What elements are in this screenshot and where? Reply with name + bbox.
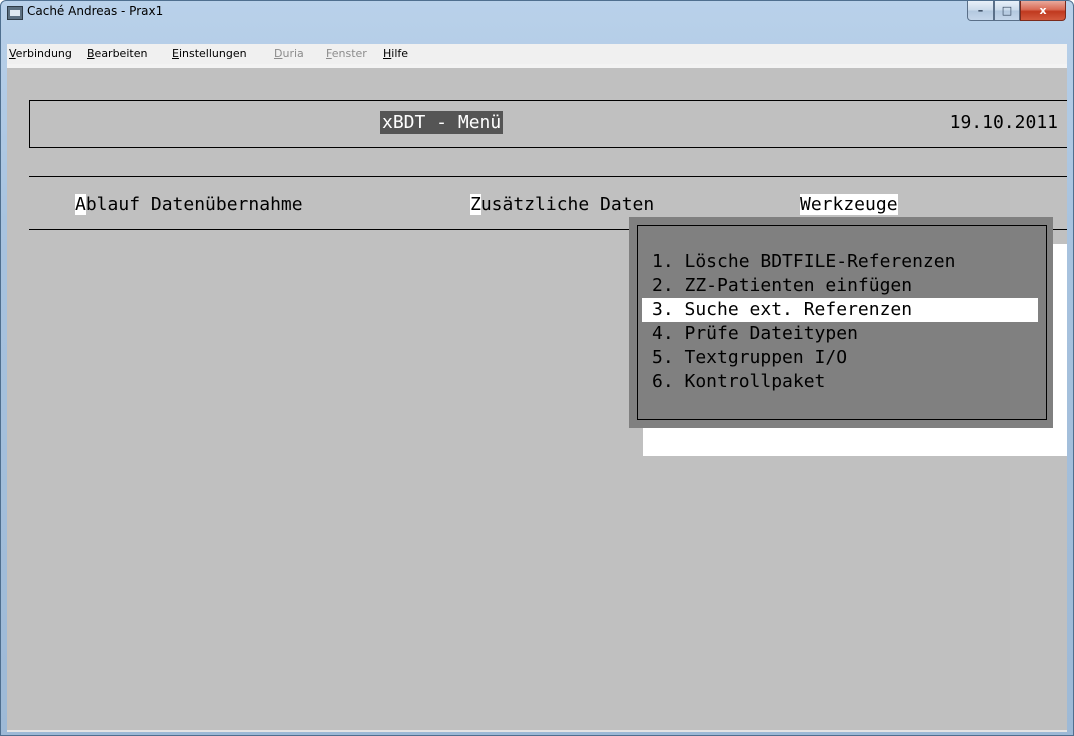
dropdown-item-selected[interactable]: 3. Suche ext. Referenzen [642, 298, 1038, 322]
terminal-screen[interactable]: xBDT - Menü 19.10.2011 Ablauf Datenübern… [7, 64, 1067, 732]
menu-bearbeiten[interactable]: Bearbeiten [87, 47, 147, 60]
maximize-button[interactable]: □ [994, 1, 1020, 21]
header-box: xBDT - Menü 19.10.2011 [29, 100, 1067, 148]
dropdown-item[interactable]: 4. Prüfe Dateitypen [642, 322, 1038, 346]
dropdown-item[interactable]: 2. ZZ-Patienten einfügen [642, 274, 1038, 298]
menu-zusaetzliche-daten[interactable]: Zusätzliche Daten [470, 194, 654, 215]
menu-item-label: blauf Datenübernahme [85, 194, 303, 215]
terminal-app-icon[interactable] [7, 6, 23, 20]
dropdown-item[interactable]: 6. Kontrollpaket [642, 370, 1038, 394]
menu-item-label: usätzliche Daten [480, 194, 655, 215]
dropdown-item[interactable]: 1. Lösche BDTFILE-Referenzen [642, 250, 1038, 274]
menu-bar: Verbindung Bearbeiten Einstellungen Duri… [7, 44, 1067, 65]
menu-fenster[interactable]: Fenster [326, 47, 367, 60]
screen-date: 19.10.2011 [949, 112, 1058, 133]
menu-hilfe[interactable]: Hilfe [383, 47, 408, 60]
hotkey-a: A [75, 194, 86, 215]
dropdown-frame: 1. Lösche BDTFILE-Referenzen 2. ZZ-Patie… [637, 225, 1047, 420]
menu-einstellungen[interactable]: Einstellungen [172, 47, 247, 60]
menu-ablauf-datenuebernahme[interactable]: Ablauf Datenübernahme [75, 194, 303, 215]
close-button[interactable]: x [1020, 1, 1066, 21]
menu-werkzeuge[interactable]: Werkzeuge [800, 194, 898, 215]
menu-item-label: Werkzeuge [800, 194, 898, 215]
minimize-button[interactable]: – [967, 1, 994, 21]
app-window: Caché Andreas - Prax1 – □ x Verbindung B… [0, 0, 1074, 736]
title-bar[interactable]: Caché Andreas - Prax1 [1, 1, 1073, 41]
hotkey-z: Z [470, 194, 481, 215]
menu-verbindung[interactable]: Verbindung [9, 47, 72, 60]
menu-divider-top [29, 176, 1067, 177]
menu-duria[interactable]: Duria [274, 47, 304, 60]
werkzeuge-dropdown: 1. Lösche BDTFILE-Referenzen 2. ZZ-Patie… [629, 217, 1053, 428]
dropdown-item[interactable]: 5. Textgruppen I/O [642, 346, 1038, 370]
window-title: Caché Andreas - Prax1 [27, 4, 164, 18]
screen-title: xBDT - Menü [380, 111, 504, 134]
